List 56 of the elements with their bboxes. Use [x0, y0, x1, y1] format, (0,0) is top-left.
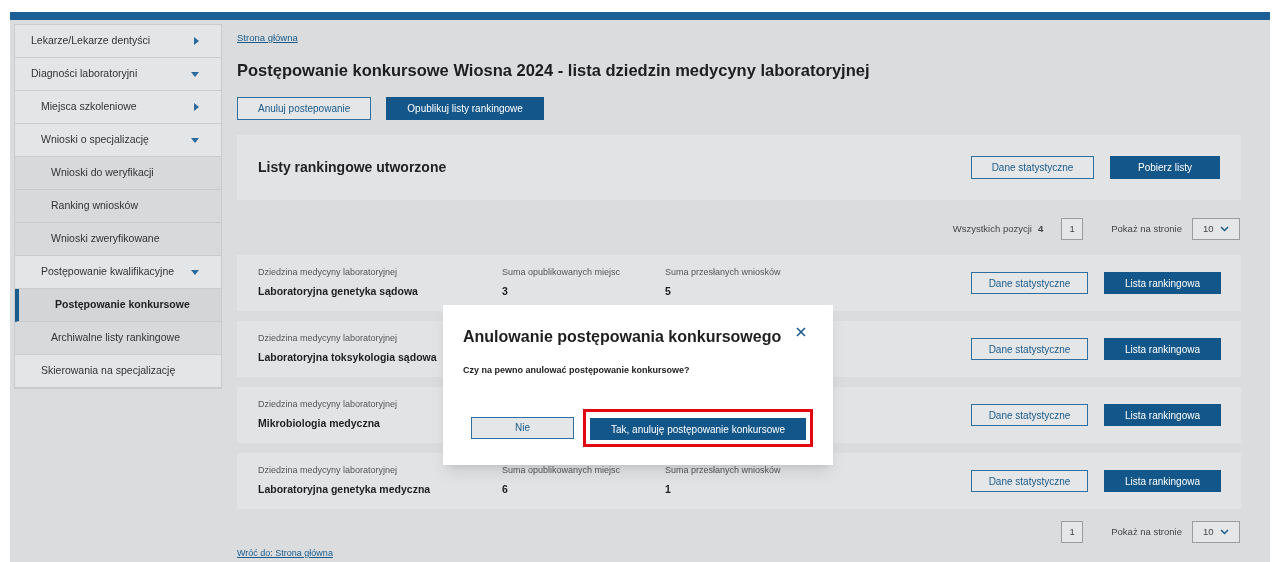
- secondary-button[interactable]: Dane statystyczne: [971, 272, 1088, 294]
- field-value: 1: [665, 481, 672, 497]
- sidebar-item[interactable]: Ranking wniosków: [15, 190, 221, 223]
- back-link[interactable]: Wróć do: Strona główna: [237, 547, 333, 561]
- primary-button[interactable]: Opublikuj listy rankingowe: [386, 97, 544, 120]
- primary-button[interactable]: Pobierz listy: [1110, 156, 1220, 179]
- breadcrumb-link[interactable]: Strona główna: [237, 31, 298, 46]
- per-page-select[interactable]: 10: [1192, 218, 1240, 240]
- field-value: Mikrobiologia medyczna: [258, 415, 381, 431]
- dialog-title: Anulowanie postępowania konkursowego: [463, 327, 782, 347]
- per-page-label: Pokaż na stronie: [1111, 221, 1182, 236]
- caret-right-icon: [194, 37, 199, 45]
- caret-down-icon: [191, 269, 199, 275]
- close-icon[interactable]: [796, 327, 806, 337]
- caret-down-icon: [191, 71, 199, 77]
- page-number-button[interactable]: 1: [1061, 521, 1084, 543]
- field-label: Dziedzina medycyny laboratoryjnej: [258, 266, 399, 280]
- field-label: Dziedzina medycyny laboratoryjnej: [258, 464, 399, 478]
- dialog-message: Czy na pewno anulować postępowanie konkursowe?: [463, 364, 691, 377]
- field-value: Laboratoryjna toksykologia sądowa: [258, 349, 438, 365]
- secondary-button[interactable]: Dane statystyczne: [971, 338, 1088, 360]
- chevron-down-icon: [1220, 529, 1229, 535]
- total-label: Wszystkich pozycji: [952, 221, 1032, 236]
- field-label: Suma przesłanych wniosków: [665, 266, 782, 280]
- page-title: Postępowanie konkursowe Wiosna 2024 - lista dziedzin medycyny laboratoryjnej: [237, 60, 871, 82]
- secondary-button[interactable]: Anuluj postepowanie: [237, 97, 372, 120]
- primary-button[interactable]: Lista rankingowa: [1104, 338, 1221, 360]
- primary-button[interactable]: Lista rankingowa: [1104, 272, 1221, 294]
- card-title: Listy rankingowe utworzone: [258, 158, 447, 177]
- total-count: 4: [1037, 221, 1044, 236]
- primary-button[interactable]: Lista rankingowa: [1104, 404, 1221, 426]
- field-label: Suma opublikowanych miejsc: [502, 464, 622, 478]
- per-page-label: Pokaż na stronie: [1111, 524, 1182, 539]
- field-value: Laboratoryjna genetyka medyczna: [258, 481, 432, 497]
- field-value: 5: [665, 283, 672, 299]
- field-value: Laboratoryjna genetyka sądowa: [258, 283, 419, 299]
- primary-button[interactable]: Lista rankingowa: [1104, 470, 1221, 492]
- sidebar-item[interactable]: Wnioski zweryfikowane: [15, 223, 221, 256]
- field-label: Suma opublikowanych miejsc: [502, 266, 622, 280]
- secondary-button[interactable]: Dane statystyczne: [971, 156, 1094, 179]
- caret-down-icon: [191, 137, 199, 143]
- field-label: Suma przesłanych wniosków: [665, 464, 782, 478]
- page-number-button[interactable]: 1: [1061, 218, 1084, 240]
- field-label: Dziedzina medycyny laboratoryjnej: [258, 398, 399, 412]
- per-page-select[interactable]: 10: [1192, 521, 1240, 543]
- caret-right-icon: [194, 103, 199, 111]
- field-value: 6: [502, 481, 509, 497]
- chevron-down-icon: [1220, 226, 1229, 232]
- sidebar-item[interactable]: Wnioski do weryfikacji: [15, 157, 221, 190]
- primary-button[interactable]: Tak, anuluję postępowanie konkursowe: [590, 418, 806, 440]
- field-value: 3: [502, 283, 509, 299]
- secondary-button[interactable]: Dane statystyczne: [971, 404, 1088, 426]
- sidebar-item[interactable]: Postępowanie konkursowe: [15, 289, 221, 322]
- secondary-button[interactable]: Dane statystyczne: [971, 470, 1088, 492]
- sidebar-item[interactable]: Archiwalne listy rankingowe: [15, 322, 221, 355]
- secondary-button[interactable]: Nie: [471, 416, 574, 439]
